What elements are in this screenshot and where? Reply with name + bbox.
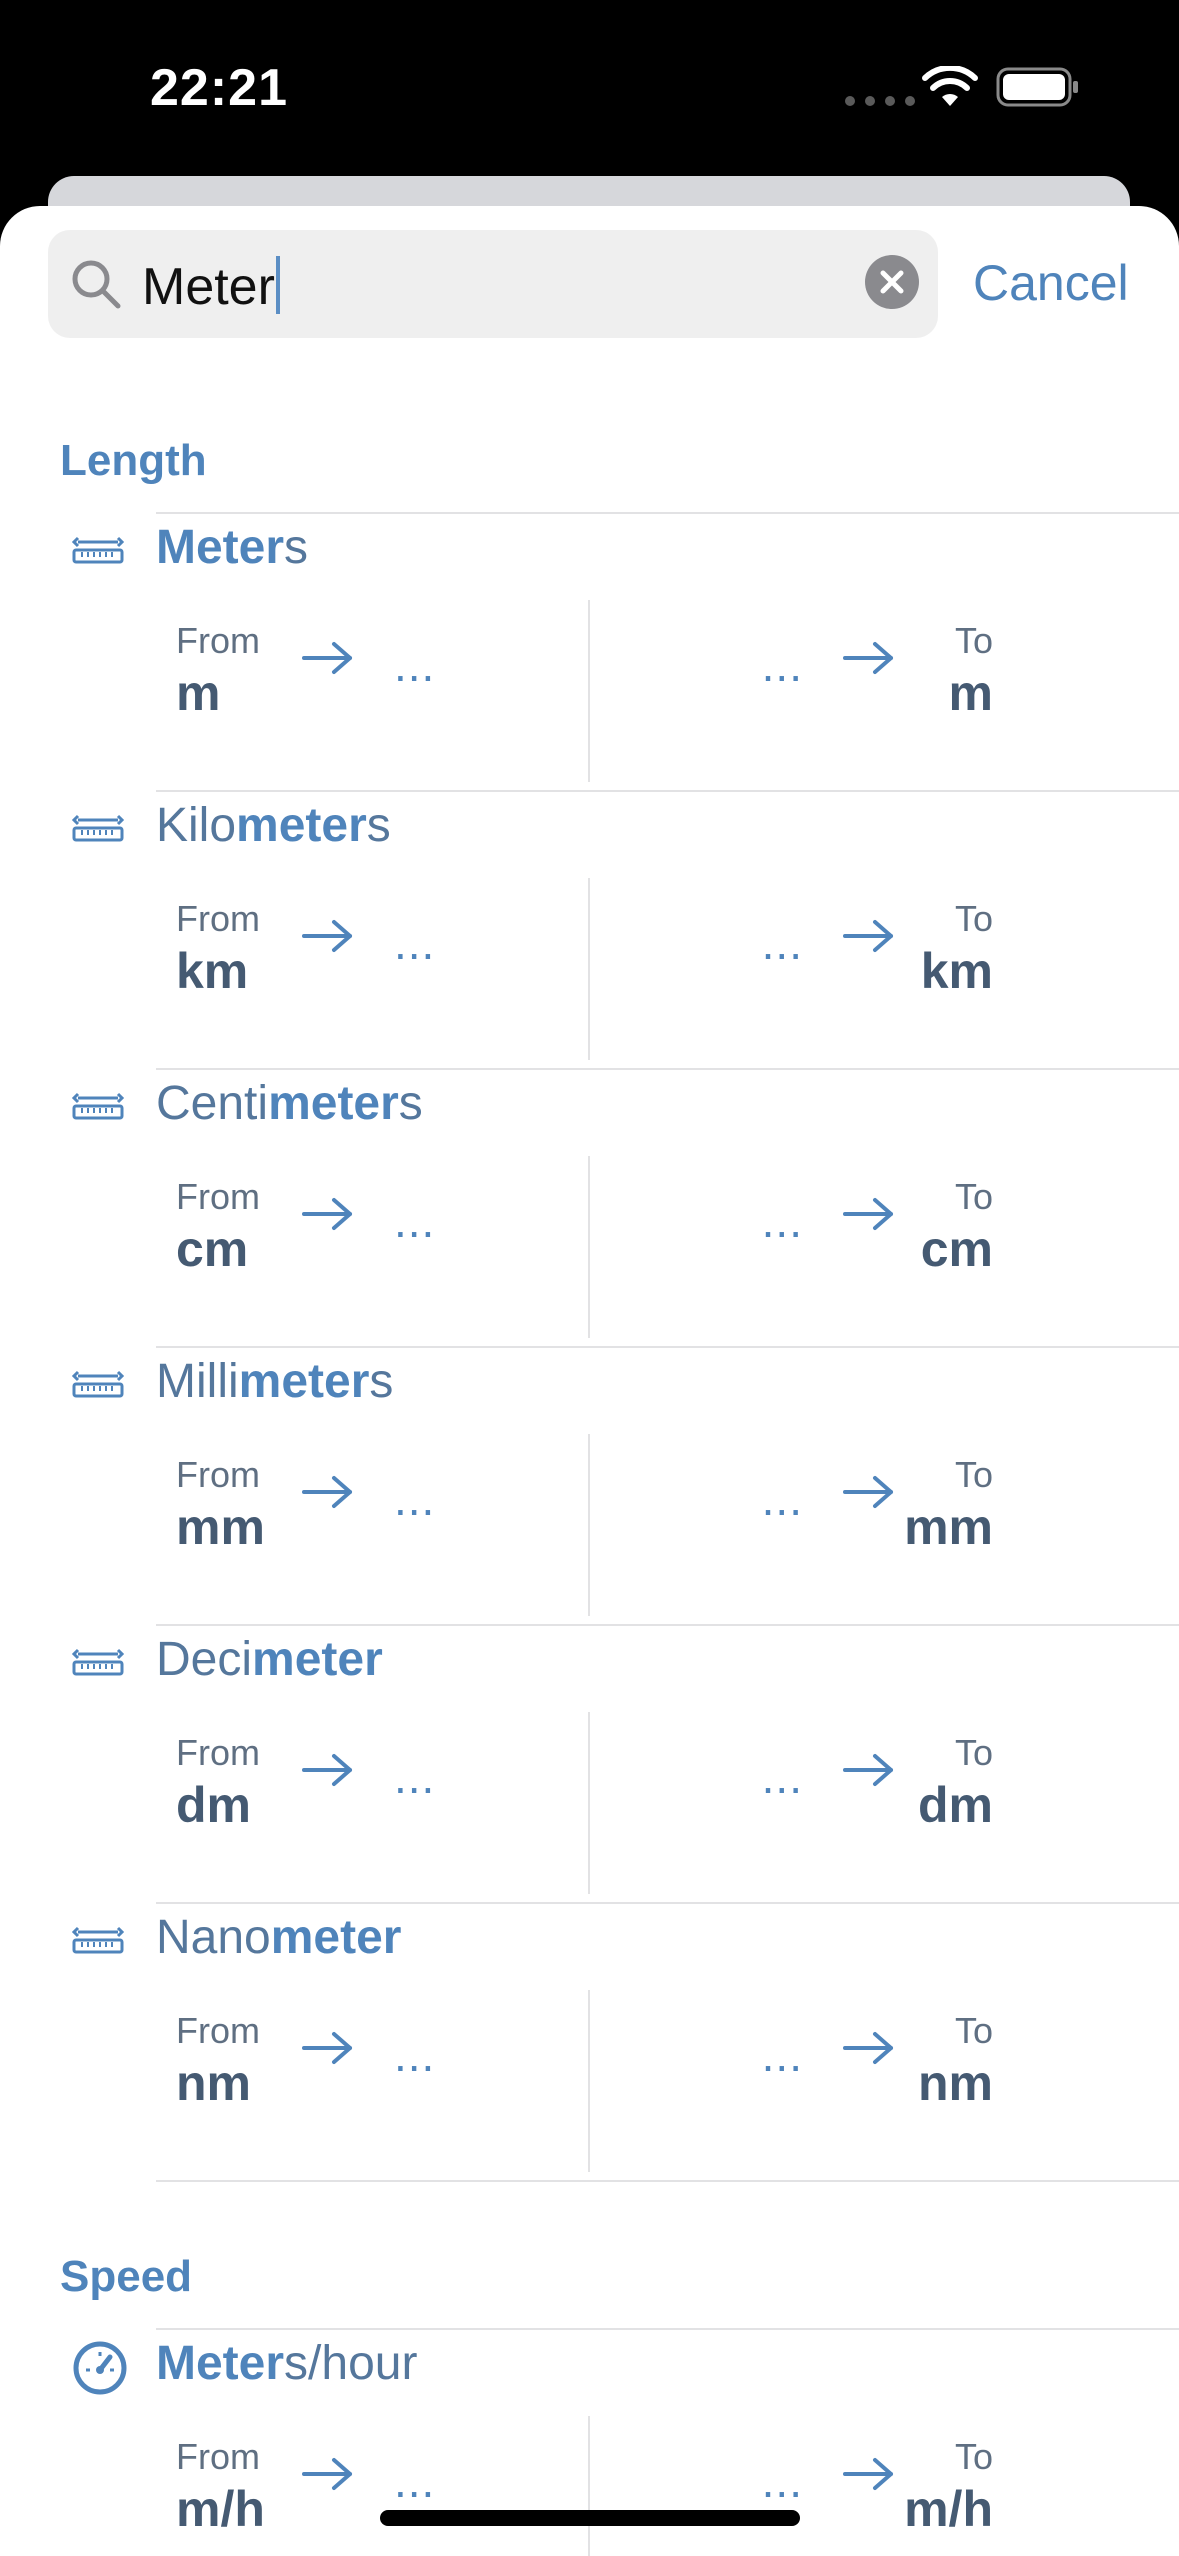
unit-row[interactable]: Decimeter From dm...... To dm [0, 1626, 1179, 1904]
section-title: Speed [60, 2252, 193, 2301]
to-placeholder: ... [761, 639, 803, 691]
column-divider [588, 878, 590, 1060]
clear-icon[interactable] [865, 255, 919, 309]
to-unit[interactable]: dm [918, 1776, 993, 1834]
from-unit[interactable]: dm [176, 1776, 251, 1834]
to-placeholder: ... [761, 2455, 803, 2507]
from-label: From [176, 2436, 260, 2477]
from-placeholder: ... [394, 1473, 436, 1525]
to-label: To [954, 1454, 993, 1495]
arrow-right-icon [841, 2454, 897, 2499]
unit-row[interactable]: Nanometer From nm...... To nm [0, 1904, 1179, 2182]
arrow-right-icon [841, 1750, 897, 1795]
to-placeholder: ... [761, 917, 803, 969]
unit-row[interactable]: Kilometers From km...... To km [0, 792, 1179, 1070]
column-divider [588, 2416, 590, 2556]
unit-name: Meters/hour [156, 2337, 418, 2390]
unit-name: Decimeter [156, 1633, 383, 1686]
to-unit[interactable]: cm [921, 1220, 993, 1278]
arrow-right-icon [841, 638, 897, 683]
from-unit[interactable]: m/h [176, 2480, 265, 2538]
divider [156, 2180, 1179, 2182]
to-label: To [954, 1176, 993, 1217]
to-label: To [954, 2436, 993, 2477]
from-placeholder: ... [394, 1751, 436, 1803]
to-placeholder: ... [761, 1473, 803, 1525]
home-indicator [380, 2510, 800, 2526]
column-divider [588, 1712, 590, 1894]
column-divider [588, 1156, 590, 1338]
unit-row[interactable]: Millimeters From mm...... To mm [0, 1348, 1179, 1626]
status-time: 22:21 [150, 59, 288, 117]
ruler-icon [71, 1926, 125, 1961]
to-placeholder: ... [761, 2029, 803, 2081]
unit-name: Nanometer [156, 1911, 402, 1964]
ruler-icon [71, 536, 125, 571]
to-label: To [954, 620, 993, 661]
to-unit[interactable]: m [949, 664, 993, 722]
to-placeholder: ... [761, 1195, 803, 1247]
from-label: From [176, 2010, 260, 2051]
search-input[interactable]: Meter [142, 256, 280, 315]
arrow-right-icon [300, 1750, 356, 1795]
unit-name: Meters [156, 521, 309, 574]
cellular-signal-icon [845, 96, 915, 106]
to-label: To [954, 898, 993, 939]
arrow-right-icon [841, 2028, 897, 2073]
to-unit[interactable]: km [921, 942, 993, 1000]
battery-icon [996, 67, 1078, 107]
section-title: Length [60, 436, 207, 485]
from-label: From [176, 1732, 260, 1773]
from-unit[interactable]: cm [176, 1220, 248, 1278]
unit-name: Kilometers [156, 799, 391, 852]
search-sheet: Meter Cancel Length Meters From m...... To m K… [0, 206, 1179, 2556]
cancel-button[interactable]: Cancel [973, 254, 1129, 312]
arrow-right-icon [300, 916, 356, 961]
ruler-icon [71, 1092, 125, 1127]
from-placeholder: ... [394, 917, 436, 969]
from-unit[interactable]: mm [176, 1498, 265, 1556]
column-divider [588, 1990, 590, 2172]
status-bar: 22:21 [0, 0, 1179, 175]
arrow-right-icon [300, 1194, 356, 1239]
from-placeholder: ... [394, 2455, 436, 2507]
to-placeholder: ... [761, 1751, 803, 1803]
arrow-right-icon [300, 638, 356, 683]
to-label: To [954, 1732, 993, 1773]
arrow-right-icon [300, 2454, 356, 2499]
to-label: To [954, 2010, 993, 2051]
from-label: From [176, 1454, 260, 1495]
from-placeholder: ... [394, 2029, 436, 2081]
ruler-icon [71, 1370, 125, 1405]
unit-row[interactable]: Meters From m...... To m [0, 514, 1179, 792]
to-unit[interactable]: nm [918, 2054, 993, 2112]
column-divider [588, 600, 590, 782]
ruler-icon [71, 814, 125, 849]
arrow-right-icon [300, 1472, 356, 1517]
arrow-right-icon [841, 916, 897, 961]
from-label: From [176, 1176, 260, 1217]
from-placeholder: ... [394, 1195, 436, 1247]
from-label: From [176, 898, 260, 939]
arrow-right-icon [841, 1194, 897, 1239]
from-placeholder: ... [394, 639, 436, 691]
from-unit[interactable]: km [176, 942, 248, 1000]
column-divider [588, 1434, 590, 1616]
ruler-icon [71, 1648, 125, 1683]
arrow-right-icon [300, 2028, 356, 2073]
search-field[interactable]: Meter [48, 230, 938, 338]
unit-name: Centimeters [156, 1077, 423, 1130]
speedometer-icon [72, 2340, 128, 2401]
unit-row[interactable]: Centimeters From cm...... To cm [0, 1070, 1179, 1348]
to-unit[interactable]: mm [904, 1498, 993, 1556]
arrow-right-icon [841, 1472, 897, 1517]
wifi-icon [922, 66, 978, 106]
to-unit[interactable]: m/h [904, 2480, 993, 2538]
from-unit[interactable]: m [176, 664, 220, 722]
unit-name: Millimeters [156, 1355, 394, 1408]
from-label: From [176, 620, 260, 661]
search-icon [72, 260, 121, 309]
from-unit[interactable]: nm [176, 2054, 251, 2112]
